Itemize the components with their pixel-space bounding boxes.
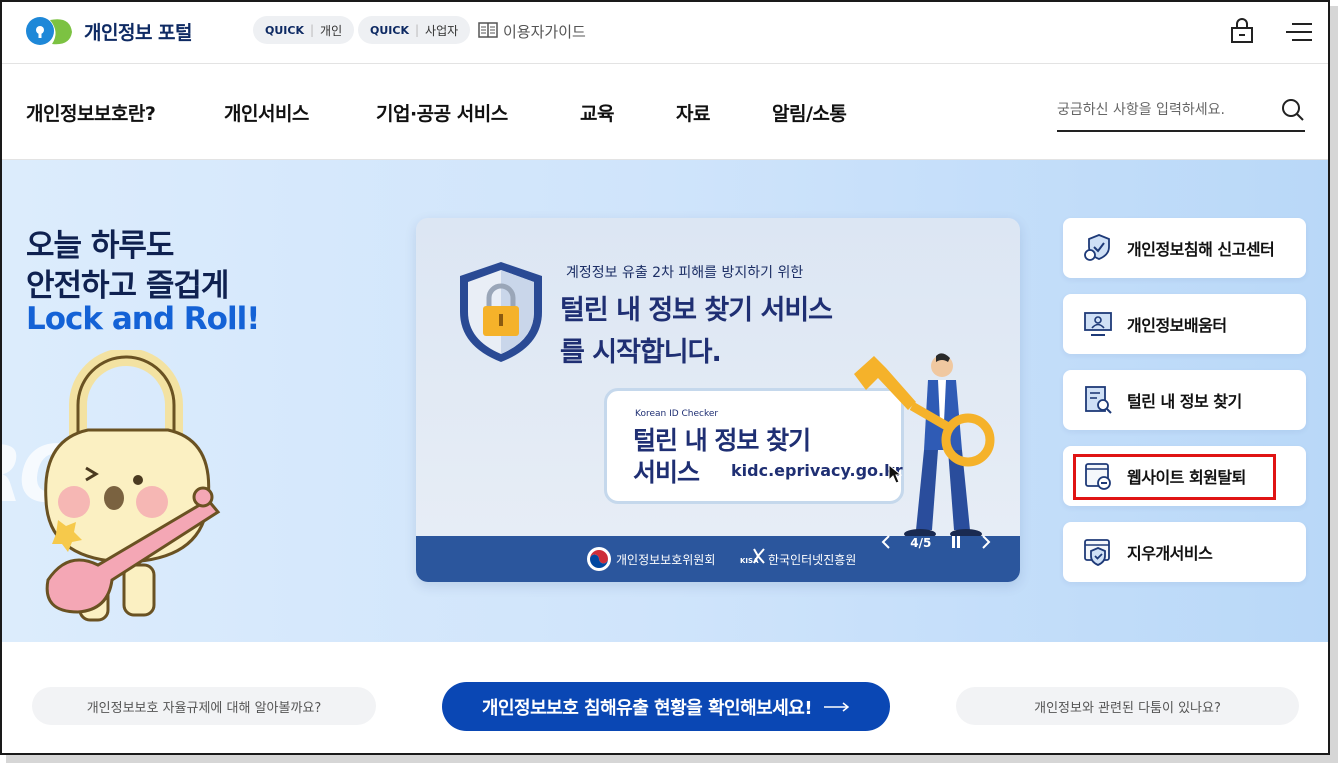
banner-title-1: 털린 내 정보 찾기 서비스	[560, 295, 833, 326]
gov-emblem-icon	[586, 546, 612, 576]
user-guide-label: 이용자가이드	[503, 23, 586, 41]
menu-hamburger-icon[interactable]	[1286, 21, 1312, 47]
service-label: 개인정보침해 신고센터	[1127, 240, 1275, 259]
quick-separator: |	[309, 23, 315, 37]
hero-line-2: 안전하고 즐겁게	[26, 268, 229, 304]
page-indicator: 4/5	[910, 536, 932, 550]
nav-item-business-services[interactable]: 기업·공공 서비스	[376, 99, 508, 126]
service-find-leaked-info[interactable]: 털린 내 정보 찾기	[1063, 370, 1306, 430]
org-pipc-label: 개인정보보호위원회	[616, 553, 716, 567]
site-title: 개인정보 포털	[84, 21, 193, 44]
site-logo[interactable]: 개인정보 포털	[24, 14, 193, 48]
search-icon[interactable]	[1281, 98, 1305, 126]
nav-item-education[interactable]: 교육	[580, 99, 614, 126]
search-input[interactable]	[1057, 92, 1257, 128]
frame-shadow	[6, 755, 1338, 763]
mouse-cursor-icon	[888, 463, 903, 488]
pill-label: 개인정보와 관련된 다툼이 있나요?	[1034, 700, 1221, 716]
pause-icon[interactable]	[950, 535, 962, 552]
card-title-2: 서비스	[633, 458, 700, 487]
prev-slide-icon[interactable]	[880, 534, 892, 552]
quick-business-label: 사업자	[425, 23, 459, 38]
hero-line-3: Lock and Roll!	[26, 301, 260, 337]
quick-personal-button[interactable]: QUICK | 개인	[253, 16, 355, 44]
eraser-shield-icon	[1083, 537, 1113, 567]
hero-line-1: 오늘 하루도	[26, 228, 174, 264]
service-label: 개인정보배움터	[1127, 316, 1227, 335]
service-report-center[interactable]: 개인정보침해 신고센터	[1063, 218, 1306, 278]
learning-monitor-icon	[1083, 309, 1113, 339]
user-guide-link[interactable]: 이용자가이드	[478, 21, 586, 42]
service-learning-center[interactable]: 개인정보배움터	[1063, 294, 1306, 354]
dispute-link[interactable]: 개인정보와 관련된 다툼이 있나요?	[956, 687, 1299, 725]
card-tag: Korean ID Checker	[635, 409, 719, 419]
kisa-logo-icon	[752, 548, 766, 568]
security-shield-lock-icon	[456, 260, 546, 368]
lock-mascot-illustration	[28, 348, 228, 642]
document-search-icon	[1083, 385, 1113, 415]
quick-tag: QUICK	[265, 23, 304, 37]
report-center-icon	[1083, 233, 1113, 263]
book-icon	[478, 21, 498, 42]
banner-subtitle: 계정정보 유출 2차 피해를 방지하기 위한	[566, 265, 804, 281]
highlight-box	[1073, 454, 1276, 500]
quick-business-button[interactable]: QUICK | 사업자	[358, 16, 471, 44]
businessman-key-illustration	[850, 352, 1000, 546]
quick-separator: |	[414, 23, 420, 37]
search-box	[1057, 92, 1305, 132]
nav-item-about[interactable]: 개인정보보호란?	[26, 99, 156, 126]
login-lock-icon[interactable]	[1230, 18, 1254, 48]
nav-item-notice[interactable]: 알림/소통	[772, 99, 847, 126]
service-eraser[interactable]: 지우개서비스	[1063, 522, 1306, 582]
pill-label: 개인정보보호 자율규제에 대해 알아볼까요?	[86, 700, 322, 716]
browser-frame: 개인정보 포털 QUICK | 개인 QUICK | 사업자 이용자가이드 개인…	[0, 0, 1330, 755]
logo-mark-icon	[24, 14, 74, 48]
nav-item-resources[interactable]: 자료	[676, 99, 710, 126]
banner-title-2: 를 시작합니다.	[560, 337, 722, 368]
top-bar: 개인정보 포털 QUICK | 개인 QUICK | 사업자 이용자가이드	[2, 2, 1328, 64]
nav-item-personal-services[interactable]: 개인서비스	[224, 99, 309, 126]
self-regulation-link[interactable]: 개인정보보호 자율규제에 대해 알아볼까요?	[32, 687, 376, 725]
org-kisa-label: 한국인터넷진흥원	[768, 553, 857, 567]
arrow-right-icon	[824, 696, 850, 717]
main-banner[interactable]: 계정정보 유출 2차 피해를 방지하기 위한 털린 내 정보 찾기 서비스 를 …	[416, 218, 1020, 582]
service-label: 털린 내 정보 찾기	[1127, 392, 1242, 411]
next-slide-icon[interactable]	[980, 534, 992, 552]
frame-shadow	[1330, 6, 1338, 761]
banner-pager: 4/5	[880, 532, 992, 554]
quick-tag: QUICK	[370, 23, 409, 37]
service-label: 지우개서비스	[1127, 544, 1213, 563]
quick-personal-label: 개인	[320, 23, 343, 38]
breach-status-button[interactable]: 개인정보보호 침해유출 현황을 확인해보세요!	[442, 682, 890, 731]
card-title-1: 털린 내 정보 찾기	[633, 426, 811, 455]
main-nav: 개인정보보호란? 개인서비스 기업·공공 서비스 교육 자료 알림/소통	[2, 64, 1328, 160]
cta-label: 개인정보보호 침해유출 현황을 확인해보세요!	[481, 697, 813, 719]
